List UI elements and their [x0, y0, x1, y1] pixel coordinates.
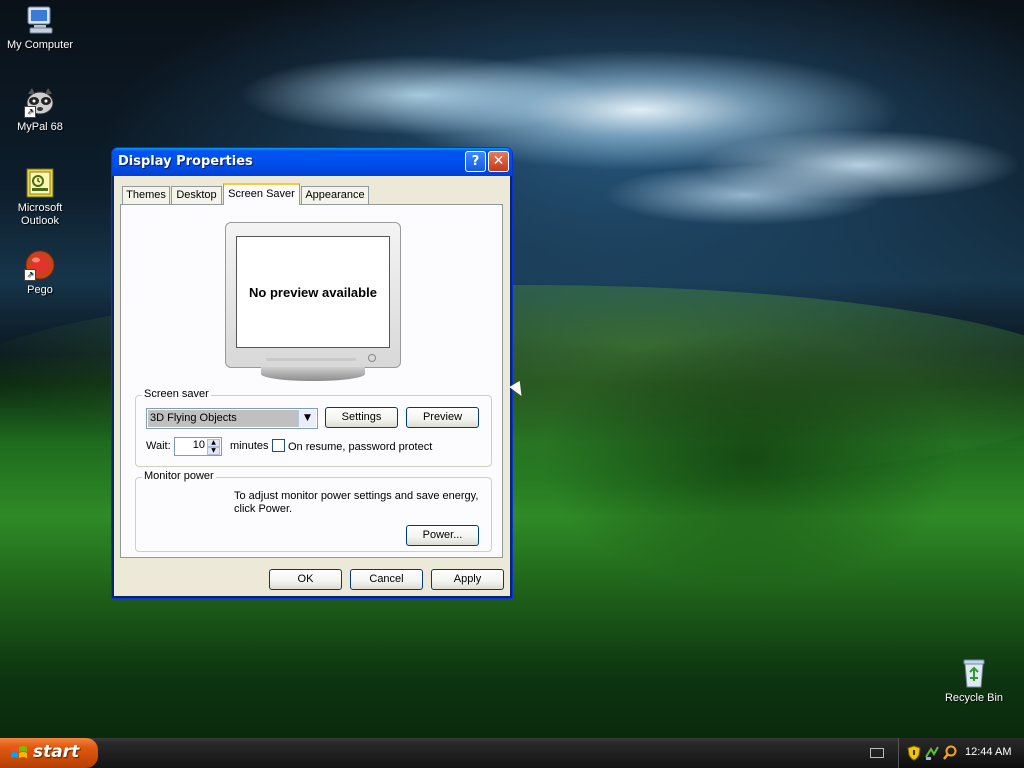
password-protect-checkbox[interactable]	[272, 439, 285, 452]
keyboard-icon[interactable]	[870, 748, 884, 758]
settings-button[interactable]: Settings	[325, 407, 398, 428]
windows-flag-icon	[11, 746, 27, 758]
close-button[interactable]: ✕	[488, 151, 509, 172]
recycle-bin-icon	[958, 657, 990, 689]
spin-up-icon[interactable]: ▲	[207, 439, 220, 447]
display-properties-dialog: Display Properties ? ✕ Themes Desktop Sc…	[111, 147, 513, 599]
security-shield-icon[interactable]	[907, 745, 921, 761]
screen-saver-group: Screen saver 3D Flying Objects ▼ Setting…	[135, 388, 492, 467]
preview-button[interactable]: Preview	[406, 407, 479, 428]
start-label: start	[33, 742, 80, 762]
password-protect-label: On resume, password protect	[288, 441, 433, 453]
monitor-power-description: To adjust monitor power settings and sav…	[234, 490, 479, 515]
raccoon-icon: ↗	[24, 86, 56, 118]
desktop-icon-my-computer[interactable]: My Computer	[0, 4, 80, 52]
desktop-icon-pego[interactable]: ↗ Pego	[0, 249, 80, 297]
spin-down-icon[interactable]: ▼	[207, 447, 220, 455]
monitor-power-led-icon	[368, 354, 376, 362]
search-icon[interactable]	[943, 745, 957, 761]
cancel-button[interactable]: Cancel	[350, 569, 423, 590]
ok-button[interactable]: OK	[269, 569, 342, 590]
desktop-icon-mypal[interactable]: ↗ MyPal 68	[0, 86, 80, 134]
monitor-power-group-label: Monitor power	[142, 470, 216, 482]
pego-icon: ↗	[24, 249, 56, 281]
outlook-icon	[24, 167, 56, 199]
power-button[interactable]: Power...	[406, 525, 479, 546]
desktop-icon-label: Microsoft Outlook	[17, 202, 63, 227]
start-button[interactable]: start	[0, 738, 98, 768]
monitor-slot	[266, 358, 356, 361]
wallpaper-logo-shadow	[540, 330, 960, 590]
system-tray: 12:44 AM	[898, 738, 1024, 768]
shortcut-arrow-icon: ↗	[24, 106, 36, 118]
minutes-label: minutes	[230, 440, 269, 452]
wait-minutes-value: 10	[192, 439, 205, 451]
clock[interactable]: 12:44 AM	[965, 746, 1011, 758]
apply-button[interactable]: Apply	[431, 569, 504, 590]
help-button[interactable]: ?	[465, 151, 486, 172]
tab-desktop[interactable]: Desktop	[171, 186, 222, 204]
desktop-icon-label: Recycle Bin	[944, 692, 1004, 704]
chevron-down-icon[interactable]: ▼	[298, 410, 316, 427]
desktop-icon-label: My Computer	[6, 39, 74, 51]
title-bar[interactable]: Display Properties ? ✕	[112, 148, 512, 176]
tab-screen-saver[interactable]: Screen Saver	[223, 183, 300, 205]
desktop-icon-outlook[interactable]: Microsoft Outlook	[0, 167, 80, 228]
screen-saver-panel: No preview available Screen saver 3D Fly…	[120, 204, 503, 558]
window-title: Display Properties	[118, 154, 253, 169]
tab-appearance[interactable]: Appearance	[301, 186, 369, 204]
screen-saver-group-label: Screen saver	[142, 388, 211, 400]
tab-themes[interactable]: Themes	[122, 186, 170, 204]
monitor-stand	[261, 367, 365, 381]
desktop-icon-label: Pego	[27, 284, 53, 296]
preview-screen: No preview available	[236, 236, 390, 348]
wait-minutes-stepper[interactable]: 10 ▲ ▼	[174, 437, 222, 456]
monitor-preview: No preview available	[225, 222, 401, 368]
computer-icon	[24, 4, 56, 36]
desktop-icon-recycle-bin[interactable]: Recycle Bin	[934, 657, 1014, 705]
wait-label: Wait:	[146, 440, 171, 452]
screen-saver-selected-value: 3D Flying Objects	[148, 410, 298, 427]
shortcut-arrow-icon: ↗	[24, 269, 36, 281]
taskbar: start 12:44 AM	[0, 738, 1024, 768]
desktop-icon-label: MyPal 68	[17, 121, 63, 133]
screen-saver-select[interactable]: 3D Flying Objects ▼	[146, 408, 318, 429]
network-icon[interactable]	[925, 745, 939, 761]
monitor-power-group: Monitor power To adjust monitor power se…	[135, 470, 492, 552]
